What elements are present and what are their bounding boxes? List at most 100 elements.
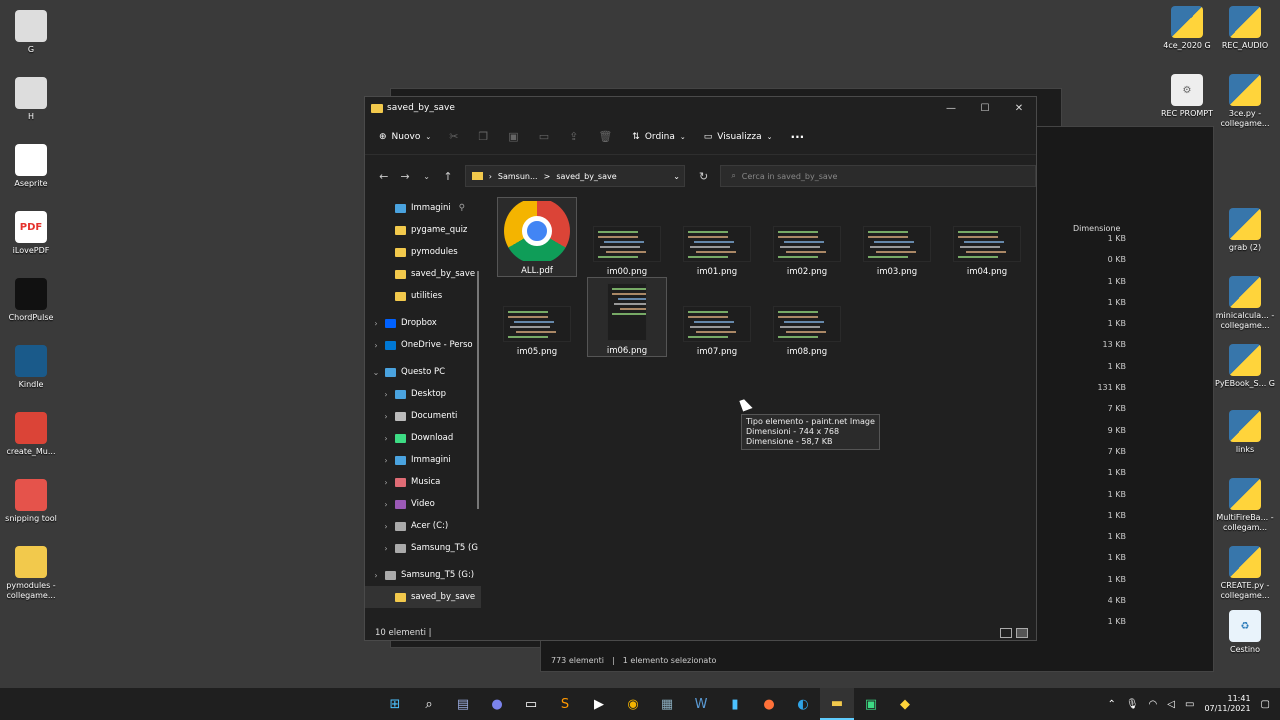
- file-item[interactable]: im01.png: [677, 197, 757, 277]
- file-item[interactable]: im02.png: [767, 197, 847, 277]
- teams-chat-icon[interactable]: ●: [480, 688, 514, 720]
- desktop-icon[interactable]: G: [0, 10, 62, 55]
- up-arrow-icon[interactable]: ↑: [437, 170, 458, 183]
- desktop-icon[interactable]: H: [0, 77, 62, 122]
- sidebar-item[interactable]: › Video: [365, 493, 481, 515]
- desktop-icon[interactable]: PyEBook_S... G: [1214, 344, 1276, 389]
- clock[interactable]: 11:41 07/11/2021: [1204, 694, 1250, 714]
- large-icons-view-button[interactable]: [1016, 628, 1028, 638]
- forward-arrow-icon[interactable]: →: [394, 170, 415, 183]
- desktop-icon[interactable]: ⚙ REC PROMPT: [1156, 74, 1218, 119]
- file-explorer-icon[interactable]: ▬: [820, 688, 854, 720]
- chevron-right-icon[interactable]: ›: [381, 456, 391, 465]
- view-button[interactable]: ▭ Visualizza ⌄: [704, 132, 773, 142]
- desktop-icon[interactable]: minicalcula... - collegame...: [1214, 276, 1276, 331]
- notification-icon[interactable]: ▢: [1261, 699, 1270, 710]
- chevron-right-icon[interactable]: ›: [381, 434, 391, 443]
- chevron-down-icon[interactable]: ⌄: [673, 172, 680, 181]
- new-button[interactable]: ⊕ Nuovo ⌄: [379, 132, 431, 142]
- file-item[interactable]: im00.png: [587, 197, 667, 277]
- sidebar-item[interactable]: › OneDrive - Perso: [365, 334, 481, 356]
- desktop-icon[interactable]: Kindle: [0, 345, 62, 390]
- sidebar-item[interactable]: pymodules: [365, 241, 481, 263]
- back-arrow-icon[interactable]: ←: [373, 170, 394, 183]
- file-item[interactable]: im06.png: [587, 277, 667, 357]
- refresh-icon[interactable]: ↻: [693, 170, 714, 183]
- search-icon[interactable]: ⌕: [412, 688, 446, 720]
- terminal-icon[interactable]: ▭: [514, 688, 548, 720]
- desktop-icon[interactable]: grab (2): [1214, 208, 1276, 253]
- android-studio-icon[interactable]: ▣: [854, 688, 888, 720]
- close-button[interactable]: ✕: [1002, 97, 1036, 119]
- desktop-icon[interactable]: pymodules - collegame...: [0, 546, 62, 601]
- desktop-icon[interactable]: 4ce_2020 G: [1156, 6, 1218, 51]
- maximize-button[interactable]: ☐: [968, 97, 1002, 119]
- chevron-right-icon[interactable]: ›: [371, 341, 381, 350]
- sidebar-item[interactable]: › Musica: [365, 471, 481, 493]
- file-item[interactable]: im07.png: [677, 277, 757, 357]
- desktop-icon[interactable]: MultiFireBa... - collegam...: [1214, 478, 1276, 533]
- rename-icon[interactable]: ▭: [539, 130, 549, 143]
- details-view-button[interactable]: [1000, 628, 1012, 638]
- desktop-icon[interactable]: PDF iLovePDF: [0, 211, 62, 256]
- microphone-icon[interactable]: 🎙: [1126, 699, 1139, 710]
- recent-chevron-icon[interactable]: ⌄: [416, 172, 437, 181]
- chevron-right-icon[interactable]: ›: [381, 500, 391, 509]
- sidebar-scrollbar[interactable]: [477, 271, 479, 509]
- sidebar-item[interactable]: › Documenti: [365, 405, 481, 427]
- chevron-right-icon[interactable]: ›: [381, 478, 391, 487]
- cut-icon[interactable]: ✂: [449, 130, 458, 143]
- sidebar-item[interactable]: › Desktop: [365, 383, 481, 405]
- chrome-icon[interactable]: ◉: [616, 688, 650, 720]
- sublime-text-icon[interactable]: S: [548, 688, 582, 720]
- sidebar-item[interactable]: › Samsung_T5 (G:): [365, 564, 481, 586]
- command-prompt-icon[interactable]: ▶: [582, 688, 616, 720]
- sidebar-item[interactable]: Immagini ⚲: [365, 197, 481, 219]
- address-bar[interactable]: › Samsun... > saved_by_save ⌄: [464, 165, 685, 187]
- breadcrumb-saved-by-save[interactable]: saved_by_save: [556, 172, 616, 181]
- sort-button[interactable]: ⇅ Ordina ⌄: [632, 132, 685, 142]
- volume-icon[interactable]: ◁: [1167, 699, 1175, 710]
- delete-icon[interactable]: 🗑: [598, 130, 612, 143]
- chevron-right-icon[interactable]: ›: [381, 544, 391, 553]
- control-panel-icon[interactable]: ▦: [650, 688, 684, 720]
- paste-icon[interactable]: ▣: [508, 130, 518, 143]
- battery-icon[interactable]: ▭: [1185, 699, 1194, 710]
- chevron-up-icon[interactable]: ⌃: [1107, 699, 1115, 710]
- file-item[interactable]: im04.png: [947, 197, 1027, 277]
- sidebar-item[interactable]: saved_by_save: [365, 586, 481, 608]
- sidebar-item[interactable]: › Immagini: [365, 449, 481, 471]
- chevron-right-icon[interactable]: ›: [371, 571, 381, 580]
- breadcrumb-samsung[interactable]: Samsun...: [498, 172, 538, 181]
- edge-icon[interactable]: ◐: [786, 688, 820, 720]
- file-item[interactable]: im08.png: [767, 277, 847, 357]
- desktop-icon[interactable]: snipping tool: [0, 479, 62, 524]
- chevron-right-icon[interactable]: ›: [381, 390, 391, 399]
- start-icon[interactable]: ⊞: [378, 688, 412, 720]
- chevron-right-icon[interactable]: ›: [371, 319, 381, 328]
- desktop-icon[interactable]: CREATE.py - collegame...: [1214, 546, 1276, 601]
- sidebar-item[interactable]: › Samsung_T5 (G: [365, 537, 481, 559]
- desktop-icon[interactable]: ChordPulse: [0, 278, 62, 323]
- desktop-icon[interactable]: create_Mu...: [0, 412, 62, 457]
- file-item[interactable]: im03.png: [857, 197, 937, 277]
- desktop-icon[interactable]: 3ce.py - collegame...: [1214, 74, 1276, 129]
- task-view-icon[interactable]: ▤: [446, 688, 480, 720]
- share-icon[interactable]: ⇪: [569, 130, 578, 143]
- sidebar-item[interactable]: › Acer (C:): [365, 515, 481, 537]
- wifi-icon[interactable]: ◠: [1149, 699, 1158, 710]
- file-item[interactable]: im05.png: [497, 277, 577, 357]
- desktop-icon[interactable]: REC_AUDIO: [1214, 6, 1276, 51]
- more-options-button[interactable]: ···: [791, 130, 805, 144]
- copy-icon[interactable]: ❐: [478, 130, 488, 143]
- sidebar-item[interactable]: saved_by_save: [365, 263, 481, 285]
- chevron-down-icon[interactable]: ⌄: [371, 368, 381, 377]
- notepad-icon[interactable]: ▮: [718, 688, 752, 720]
- sidebar-item[interactable]: utilities: [365, 285, 481, 307]
- minimize-button[interactable]: —: [934, 97, 968, 119]
- firefox-icon[interactable]: ●: [752, 688, 786, 720]
- sidebar-item[interactable]: › Dropbox: [365, 312, 481, 334]
- desktop-icon[interactable]: ♻ Cestino: [1214, 610, 1276, 655]
- file-item[interactable]: ALL.pdf: [497, 197, 577, 277]
- python-icon[interactable]: ◆: [888, 688, 922, 720]
